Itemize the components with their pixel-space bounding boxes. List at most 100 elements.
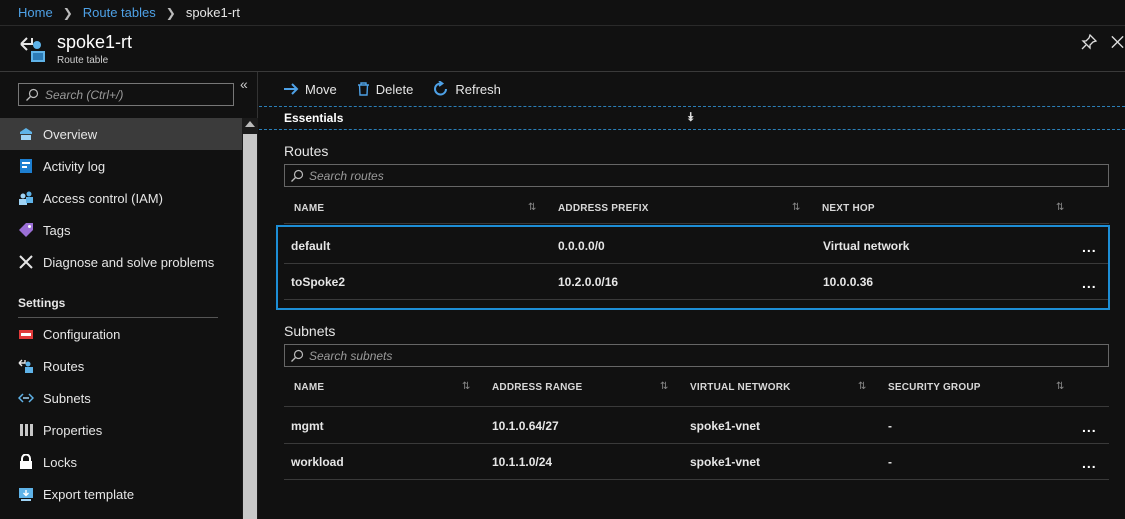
scrollbar-thumb[interactable]	[243, 134, 257, 519]
iam-icon	[17, 190, 34, 207]
more-options-icon[interactable]: ...	[1082, 455, 1097, 471]
sort-icon[interactable]: ⇅	[660, 381, 668, 392]
delete-button[interactable]: Delete	[357, 81, 414, 97]
activity-log-icon	[17, 158, 34, 175]
column-header-security-group[interactable]: SECURITY GROUP	[888, 382, 981, 393]
subnet-vnet: spoke1-vnet	[690, 419, 761, 433]
sidebar-item-iam[interactable]: Access control (IAM)	[0, 182, 242, 214]
delete-button-label: Delete	[375, 81, 414, 97]
sidebar-item-configuration[interactable]: Configuration	[0, 318, 242, 350]
sidebar-item-label: Configuration	[43, 326, 121, 342]
search-icon	[291, 169, 304, 182]
refresh-button[interactable]: Refresh	[433, 81, 501, 97]
main-content: Move Delete Refresh Essentials ⯯ Routes …	[259, 72, 1125, 519]
collapse-sidebar-icon[interactable]: «	[240, 76, 248, 92]
sidebar-item-label: Export template	[43, 486, 135, 502]
essentials-bar[interactable]: Essentials ⯯	[259, 106, 1125, 130]
settings-heading: Settings	[18, 296, 66, 310]
subnets-title: Subnets	[284, 323, 336, 339]
sidebar-item-label: Tags	[43, 222, 71, 238]
breadcrumb-separator-icon: ❯	[165, 5, 176, 20]
sort-icon[interactable]: ⇅	[1056, 202, 1064, 213]
sidebar-item-label: Subnets	[43, 390, 91, 406]
overview-icon	[17, 126, 34, 143]
configuration-icon	[17, 326, 34, 343]
sidebar-item-label: Access control (IAM)	[43, 190, 163, 206]
sidebar-search-input[interactable]	[45, 87, 225, 102]
subnet-nsg: -	[888, 455, 892, 469]
wrench-icon	[17, 254, 34, 271]
properties-icon	[17, 422, 34, 439]
more-options-icon[interactable]: ...	[1082, 419, 1097, 435]
page-subtitle: Route table	[57, 55, 109, 66]
expand-chevron-icon[interactable]: ⯯	[687, 110, 694, 125]
subnet-range: 10.1.0.64/27	[492, 419, 559, 433]
header-divider	[284, 223, 1109, 224]
sidebar-item-export-template[interactable]: Export template	[0, 478, 242, 510]
move-button-label: Move	[305, 81, 337, 97]
sort-icon[interactable]: ⇅	[1056, 381, 1064, 392]
breadcrumb-route-tables[interactable]: Route tables	[83, 5, 156, 20]
scroll-up-icon[interactable]	[245, 121, 255, 127]
routes-icon	[17, 358, 34, 375]
subnet-range: 10.1.1.0/24	[492, 455, 553, 469]
trash-icon	[357, 82, 369, 96]
routes-search-input[interactable]	[309, 168, 1089, 183]
highlight-box	[276, 225, 1110, 310]
sidebar: « Overview Activity log Access control (…	[0, 72, 258, 519]
sidebar-item-label: Activity log	[43, 158, 106, 174]
sidebar-item-subnets[interactable]: Subnets	[0, 382, 242, 414]
sidebar-item-label: Properties	[43, 422, 103, 438]
sidebar-item-overview[interactable]: Overview	[0, 118, 242, 150]
sort-icon[interactable]: ⇅	[462, 381, 470, 392]
subnets-search[interactable]	[284, 344, 1109, 367]
sort-icon[interactable]: ⇅	[858, 381, 866, 392]
column-header-address-range[interactable]: ADDRESS RANGE	[492, 382, 582, 393]
subnet-name: mgmt	[291, 419, 324, 433]
sidebar-item-properties[interactable]: Properties	[0, 414, 242, 446]
sidebar-item-diagnose[interactable]: Diagnose and solve problems	[0, 246, 242, 278]
breadcrumb-separator-icon: ❯	[62, 5, 73, 20]
column-header-virtual-network[interactable]: VIRTUAL NETWORK	[690, 382, 791, 393]
sidebar-search[interactable]	[18, 83, 234, 106]
tag-icon	[17, 222, 34, 239]
resource-header: spoke1-rt Route table	[0, 26, 1125, 72]
sidebar-item-locks[interactable]: Locks	[0, 446, 242, 478]
search-icon	[291, 349, 304, 362]
sidebar-item-routes[interactable]: Routes	[0, 350, 242, 382]
sidebar-item-label: Routes	[43, 358, 85, 374]
search-icon	[26, 88, 39, 101]
arrow-right-icon	[284, 83, 299, 95]
subnets-icon	[17, 390, 34, 407]
refresh-icon	[434, 81, 448, 96]
close-icon[interactable]	[1110, 34, 1125, 50]
routes-title: Routes	[284, 143, 329, 159]
sidebar-item-tags[interactable]: Tags	[0, 214, 242, 246]
sort-icon[interactable]: ⇅	[528, 202, 536, 213]
sidebar-item-label: Diagnose and solve problems	[43, 254, 215, 270]
refresh-button-label: Refresh	[455, 81, 501, 97]
column-header-name[interactable]: NAME	[294, 203, 324, 214]
breadcrumb-home[interactable]: Home	[18, 5, 53, 20]
column-header-address-prefix[interactable]: ADDRESS PREFIX	[558, 203, 649, 214]
column-header-next-hop[interactable]: NEXT HOP	[822, 203, 875, 214]
routes-search[interactable]	[284, 164, 1109, 187]
sidebar-item-label: Locks	[43, 454, 77, 470]
row-divider	[284, 479, 1109, 480]
row-divider	[284, 443, 1109, 444]
pin-icon[interactable]	[1081, 34, 1097, 50]
sidebar-scrollbar[interactable]	[242, 118, 258, 519]
command-bar: Move Delete Refresh	[259, 72, 1125, 106]
subnets-search-input[interactable]	[309, 348, 1089, 363]
column-header-name[interactable]: NAME	[294, 382, 324, 393]
essentials-label: Essentials	[284, 111, 344, 125]
sidebar-item-activity-log[interactable]: Activity log	[0, 150, 242, 182]
subnet-nsg: -	[888, 419, 892, 433]
subnet-name: workload	[291, 455, 344, 469]
export-template-icon	[17, 486, 34, 503]
subnet-vnet: spoke1-vnet	[690, 455, 761, 469]
header-divider	[284, 406, 1109, 407]
lock-icon	[17, 454, 34, 471]
move-button[interactable]: Move	[283, 82, 337, 97]
sort-icon[interactable]: ⇅	[792, 202, 800, 213]
